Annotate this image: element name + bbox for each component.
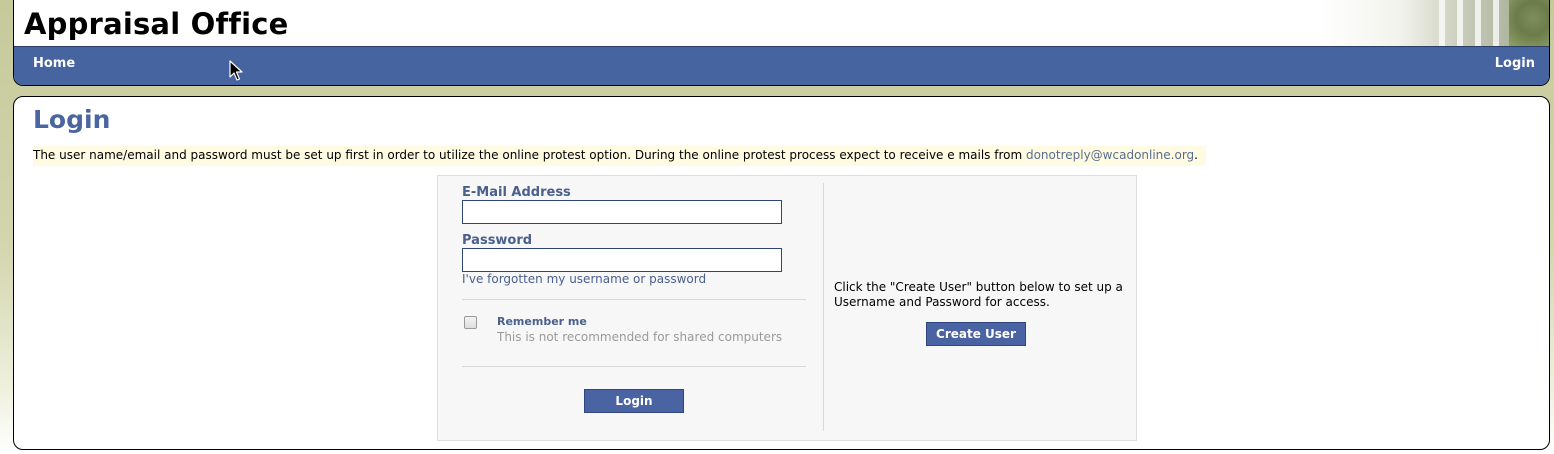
email-label: E-Mail Address xyxy=(462,185,571,200)
remember-me-hint: This is not recommended for shared compu… xyxy=(497,330,783,344)
login-box: E-Mail Address Password I've forgotten m… xyxy=(437,175,1137,441)
notice-text: The user name/email and password must be… xyxy=(33,148,1026,162)
notice-email-link[interactable]: donotreply@wcadonline.org xyxy=(1026,148,1194,162)
password-label: Password xyxy=(462,233,533,248)
password-input[interactable] xyxy=(462,248,782,272)
form-divider xyxy=(462,299,806,300)
email-input[interactable] xyxy=(462,200,782,224)
login-form: E-Mail Address Password I've forgotten m… xyxy=(438,176,823,440)
nav-login-link[interactable]: Login xyxy=(1495,56,1535,71)
site-title: Appraisal Office xyxy=(24,7,289,41)
remember-me-checkbox[interactable] xyxy=(464,316,477,329)
page-title: Login xyxy=(33,105,111,134)
create-user-instructions: Click the "Create User" button below to … xyxy=(834,280,1123,309)
nav-home-link[interactable]: Home xyxy=(33,56,75,71)
main-navbar: Home Login xyxy=(14,46,1549,85)
form-divider xyxy=(462,366,806,367)
forgot-password-link[interactable]: I've forgotten my username or password xyxy=(462,272,706,286)
column-divider xyxy=(823,183,824,431)
main-content-panel: Login The user name/email and password m… xyxy=(13,96,1550,450)
notice-suffix: . xyxy=(1194,148,1198,162)
create-user-button[interactable]: Create User xyxy=(926,322,1026,346)
remember-me-label[interactable]: Remember me xyxy=(497,315,587,328)
login-notice: The user name/email and password must be… xyxy=(33,146,1206,166)
header-banner-image xyxy=(1319,0,1549,46)
site-header: Appraisal Office Home Login xyxy=(13,0,1550,86)
login-button[interactable]: Login xyxy=(584,389,684,413)
mouse-pointer-icon xyxy=(229,60,243,81)
